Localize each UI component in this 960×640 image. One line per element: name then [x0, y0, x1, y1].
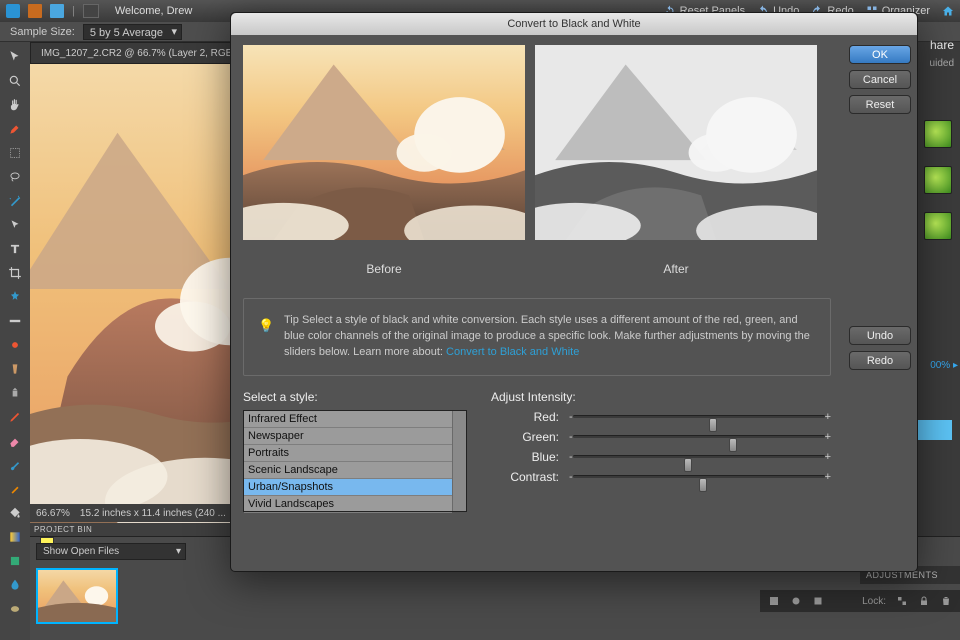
- preview-after: After: [535, 45, 817, 276]
- dialog-title: Convert to Black and White: [231, 13, 917, 35]
- lock-pixels-icon[interactable]: [896, 595, 908, 607]
- convert-bw-dialog: Convert to Black and White: [230, 12, 918, 572]
- cookie-cutter-tool[interactable]: [4, 286, 26, 308]
- quick-select-tool[interactable]: [4, 214, 26, 236]
- welcome-label: Welcome, Drew: [115, 5, 192, 17]
- share-tab-partial[interactable]: hare: [930, 38, 954, 52]
- workspace-icon[interactable]: [28, 4, 42, 18]
- blue-label: Blue:: [491, 450, 559, 464]
- project-bin-filter-dropdown[interactable]: Show Open Files: [36, 543, 186, 560]
- canvas-image[interactable]: [30, 64, 230, 539]
- effects-thumbnails: [924, 120, 952, 240]
- scrollbar[interactable]: [452, 411, 466, 511]
- app-logo-icon: [6, 4, 20, 18]
- contrast-slider-row: Contrast:-+: [491, 470, 831, 484]
- zoom-percent-partial[interactable]: 00% ▸: [930, 360, 958, 371]
- lightbulb-icon: 💡: [258, 317, 274, 336]
- contrast-slider[interactable]: [573, 470, 825, 484]
- zoom-readout[interactable]: 66.67%: [36, 508, 70, 519]
- workspace-icon-2[interactable]: [50, 4, 64, 18]
- green-slider-row: Green:-+: [491, 430, 831, 444]
- select-style-label: Select a style:: [243, 390, 467, 404]
- dialog-button-column: OK Cancel Reset Undo Redo: [843, 35, 917, 571]
- reset-button[interactable]: Reset: [849, 95, 911, 114]
- style-option[interactable]: Urban/Snapshots: [244, 479, 452, 496]
- guided-tab-partial[interactable]: uided: [930, 58, 954, 69]
- crop-tool[interactable]: [4, 262, 26, 284]
- blur-tool[interactable]: [4, 574, 26, 596]
- blue-slider-row: Blue:-+: [491, 450, 831, 464]
- smart-brush-tool[interactable]: [4, 478, 26, 500]
- red-slider-row: Red:-+: [491, 410, 831, 424]
- type-tool[interactable]: [4, 238, 26, 260]
- home-icon[interactable]: [942, 5, 954, 17]
- layers-panel-strip: Lock:: [760, 590, 960, 612]
- healing-tool[interactable]: [4, 358, 26, 380]
- style-option[interactable]: Scenic Landscape: [244, 462, 452, 479]
- green-slider[interactable]: [573, 430, 825, 444]
- lock-label: Lock:: [862, 596, 886, 607]
- fx-icon[interactable]: [812, 595, 824, 607]
- straighten-tool[interactable]: [4, 310, 26, 332]
- before-label: Before: [243, 262, 525, 276]
- style-option[interactable]: Portraits: [244, 445, 452, 462]
- lock-all-icon[interactable]: [918, 595, 930, 607]
- style-option[interactable]: Infrared Effect: [244, 411, 452, 428]
- tip-heading: Tip: [284, 314, 299, 326]
- adjust-intensity-label: Adjust Intensity:: [491, 390, 831, 404]
- red-label: Red:: [491, 410, 559, 424]
- plus-icon: +: [825, 471, 831, 483]
- magic-wand-tool[interactable]: [4, 190, 26, 212]
- marquee-tool[interactable]: [4, 142, 26, 164]
- dialog-redo-button[interactable]: Redo: [849, 351, 911, 370]
- after-label: After: [535, 262, 817, 276]
- layout-dropdown[interactable]: [83, 4, 99, 18]
- cancel-button[interactable]: Cancel: [849, 70, 911, 89]
- blue-slider[interactable]: [573, 450, 825, 464]
- brush-tool[interactable]: [4, 454, 26, 476]
- status-bar: 66.67% 15.2 inches x 11.4 inches (240 ..…: [30, 504, 260, 522]
- project-bin-thumbnail[interactable]: [36, 568, 118, 624]
- project-bin-label: PROJECT BIN: [30, 523, 260, 536]
- zoom-tool[interactable]: [4, 70, 26, 92]
- eraser-tool[interactable]: [4, 430, 26, 452]
- plus-icon: +: [825, 411, 831, 423]
- hand-tool[interactable]: [4, 94, 26, 116]
- green-label: Green:: [491, 430, 559, 444]
- move-tool[interactable]: [4, 46, 26, 68]
- red-slider[interactable]: [573, 410, 825, 424]
- plus-icon: +: [825, 451, 831, 463]
- dialog-undo-button[interactable]: Undo: [849, 326, 911, 345]
- layer-icon[interactable]: [768, 595, 780, 607]
- clone-tool[interactable]: [4, 382, 26, 404]
- preview-before: Before: [243, 45, 525, 276]
- sponge-tool[interactable]: [4, 598, 26, 620]
- sample-size-label: Sample Size:: [10, 26, 75, 38]
- style-option[interactable]: Vivid Landscapes: [244, 496, 452, 513]
- tools-palette: [0, 42, 30, 640]
- lasso-tool[interactable]: [4, 166, 26, 188]
- style-option[interactable]: Newspaper: [244, 428, 452, 445]
- tip-link[interactable]: Convert to Black and White: [446, 346, 579, 358]
- shape-tool[interactable]: [4, 550, 26, 572]
- effect-thumb[interactable]: [924, 212, 952, 240]
- dimensions-readout: 15.2 inches x 11.4 inches (240 ...: [80, 508, 226, 519]
- style-listbox[interactable]: Infrared EffectNewspaperPortraitsScenic …: [243, 410, 467, 512]
- eyedropper-tool[interactable]: [4, 118, 26, 140]
- mask-icon[interactable]: [790, 595, 802, 607]
- trash-icon[interactable]: [940, 595, 952, 607]
- tip-box: Tip 💡 Select a style of black and white …: [243, 298, 831, 376]
- effect-thumb[interactable]: [924, 166, 952, 194]
- sample-size-dropdown[interactable]: 5 by 5 Average: [83, 24, 182, 40]
- redeye-tool[interactable]: [4, 334, 26, 356]
- document-tab-title: IMG_1207_2.CR2 @ 66.7% (Layer 2, RGB/8) …: [41, 48, 251, 59]
- plus-icon: +: [825, 431, 831, 443]
- paint-bucket-tool[interactable]: [4, 502, 26, 524]
- effect-thumb[interactable]: [924, 120, 952, 148]
- contrast-label: Contrast:: [491, 470, 559, 484]
- ok-button[interactable]: OK: [849, 45, 911, 64]
- pencil-tool[interactable]: [4, 406, 26, 428]
- gradient-tool[interactable]: [4, 526, 26, 548]
- color-swatch-highlight[interactable]: [918, 420, 952, 440]
